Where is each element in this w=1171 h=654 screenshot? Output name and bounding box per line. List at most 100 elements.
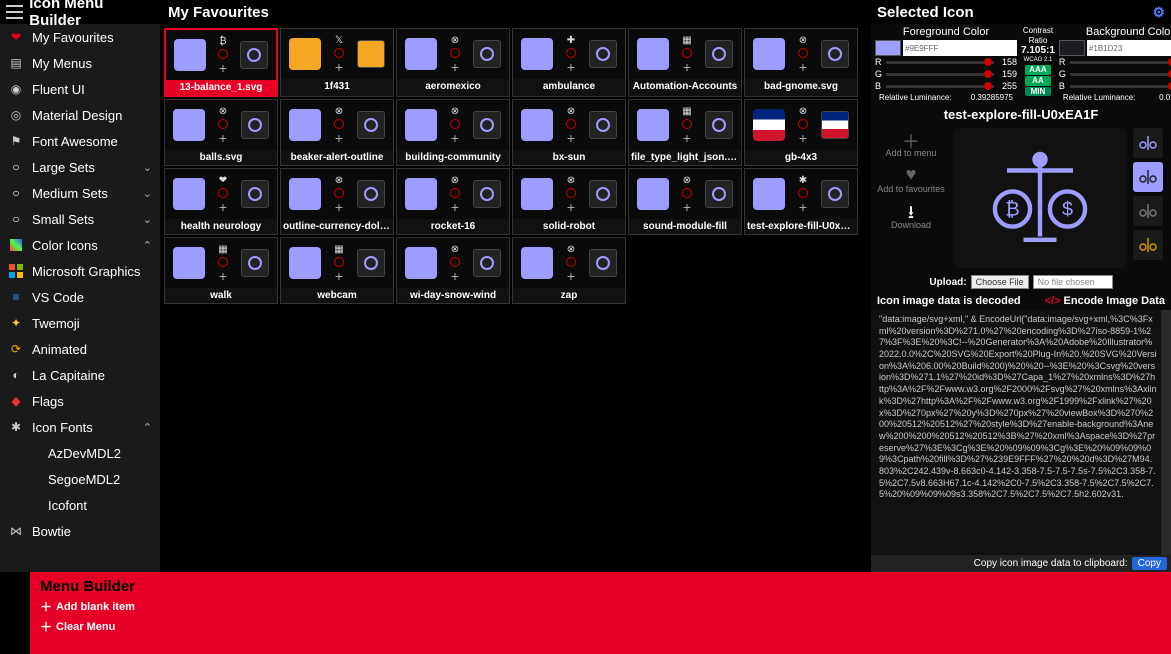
bg-hex-input[interactable] bbox=[1087, 40, 1171, 56]
preview-thumb[interactable] bbox=[1133, 196, 1163, 226]
sidebar-item-vs-code[interactable]: ≡VS Code bbox=[0, 284, 160, 310]
sidebar-item-flags[interactable]: ◆Flags bbox=[0, 388, 160, 414]
encode-button[interactable]: </>Encode Image Data bbox=[1045, 295, 1165, 307]
icon-card[interactable]: ⊗+solid-robot bbox=[512, 168, 626, 235]
icon-card[interactable]: ✚+ambulance bbox=[512, 28, 626, 97]
sidebar-item-my-favourites[interactable]: ❤My Favourites bbox=[0, 24, 160, 50]
remove-icon[interactable] bbox=[798, 188, 808, 198]
add-icon[interactable]: + bbox=[451, 60, 459, 74]
sidebar-item-icon-fonts[interactable]: ✱Icon Fonts⌃ bbox=[0, 414, 160, 440]
remove-icon[interactable] bbox=[682, 48, 692, 58]
remove-icon[interactable] bbox=[334, 119, 344, 129]
add-icon[interactable]: + bbox=[335, 200, 343, 214]
remove-icon[interactable] bbox=[450, 48, 460, 58]
add-blank-item-button[interactable]: ＋Add blank item bbox=[40, 598, 135, 615]
icon-card[interactable]: ⊗+aeromexico bbox=[396, 28, 510, 97]
add-icon[interactable]: + bbox=[219, 61, 227, 75]
sidebar-item-large-sets[interactable]: ○Large Sets⌄ bbox=[0, 154, 160, 180]
add-icon[interactable]: + bbox=[799, 200, 807, 214]
add-icon[interactable]: + bbox=[451, 269, 459, 283]
remove-icon[interactable] bbox=[566, 188, 576, 198]
sidebar-item-small-sets[interactable]: ○Small Sets⌄ bbox=[0, 206, 160, 232]
remove-icon[interactable] bbox=[218, 49, 228, 59]
icon-card[interactable]: ⊗+beaker-alert-outline bbox=[280, 99, 394, 166]
remove-icon[interactable] bbox=[218, 188, 228, 198]
icon-card[interactable]: ⊗+outline-currency-dollar.svg bbox=[280, 168, 394, 235]
remove-icon[interactable] bbox=[682, 188, 692, 198]
bg-g-slider[interactable] bbox=[1070, 73, 1171, 76]
add-icon[interactable]: + bbox=[451, 131, 459, 145]
add-icon[interactable]: + bbox=[335, 60, 343, 74]
choose-file-button[interactable]: Choose File bbox=[971, 275, 1029, 289]
add-icon[interactable]: + bbox=[567, 60, 575, 74]
remove-icon[interactable] bbox=[798, 119, 808, 129]
bg-swatch[interactable] bbox=[1059, 40, 1085, 56]
add-icon[interactable]: + bbox=[683, 60, 691, 74]
remove-icon[interactable] bbox=[450, 188, 460, 198]
icon-card[interactable]: ✱+test-explore-fill-U0xEA1F bbox=[744, 168, 858, 235]
sidebar-item-fluent-ui[interactable]: ◉Fluent UI bbox=[0, 76, 160, 102]
icon-card[interactable]: ⊗+balls.svg bbox=[164, 99, 278, 166]
sidebar-item-bowtie[interactable]: ⋈Bowtie bbox=[0, 518, 160, 544]
icon-card[interactable]: ⊗+bad-gnome.svg bbox=[744, 28, 858, 97]
sidebar-item-la-capitaine[interactable]: ◐La Capitaine bbox=[0, 362, 160, 388]
add-icon[interactable]: + bbox=[799, 131, 807, 145]
sidebar-item-color-icons[interactable]: Color Icons⌃ bbox=[0, 232, 160, 258]
remove-icon[interactable] bbox=[566, 257, 576, 267]
bg-b-slider[interactable] bbox=[1070, 85, 1171, 88]
sidebar-item-segoemdl2[interactable]: SegoeMDL2 bbox=[0, 466, 160, 492]
add-icon[interactable]: + bbox=[683, 200, 691, 214]
remove-icon[interactable] bbox=[566, 119, 576, 129]
add-icon[interactable]: + bbox=[567, 200, 575, 214]
icon-card[interactable]: ❤+health neurology bbox=[164, 168, 278, 235]
icon-card[interactable]: ▦+file_type_light_json.svg bbox=[628, 99, 742, 166]
sidebar-item-medium-sets[interactable]: ○Medium Sets⌄ bbox=[0, 180, 160, 206]
sidebar-item-material-design[interactable]: ◎Material Design bbox=[0, 102, 160, 128]
sidebar-item-animated[interactable]: ⟳Animated bbox=[0, 336, 160, 362]
icon-card[interactable]: 𝕏+1f431 bbox=[280, 28, 394, 97]
add-icon[interactable]: + bbox=[335, 131, 343, 145]
add-icon[interactable]: + bbox=[219, 131, 227, 145]
add-to-menu-button[interactable]: ＋Add to menu bbox=[885, 128, 936, 158]
icon-card[interactable]: ▦+webcam bbox=[280, 237, 394, 304]
download-button[interactable]: ⭳Download bbox=[891, 200, 931, 230]
icon-card[interactable]: ⊗+building-community bbox=[396, 99, 510, 166]
add-icon[interactable]: + bbox=[567, 131, 575, 145]
icon-card[interactable]: ⊗+sound-module-fill bbox=[628, 168, 742, 235]
add-icon[interactable]: + bbox=[683, 131, 691, 145]
icon-card[interactable]: ▦+Automation-Accounts bbox=[628, 28, 742, 97]
remove-icon[interactable] bbox=[566, 48, 576, 58]
icon-card[interactable]: ⊗+bx-sun bbox=[512, 99, 626, 166]
add-icon[interactable]: + bbox=[219, 269, 227, 283]
sidebar-item-azdevmdl2[interactable]: AzDevMDL2 bbox=[0, 440, 160, 466]
fg-swatch[interactable] bbox=[875, 40, 901, 56]
icon-card[interactable]: ₿+13-balance_1.svg bbox=[164, 28, 278, 97]
fg-hex-input[interactable] bbox=[903, 40, 1017, 56]
gear-icon[interactable]: ⚙ bbox=[1152, 4, 1165, 21]
icon-card[interactable]: ⊗+zap bbox=[512, 237, 626, 304]
add-to-favourites-button[interactable]: ♥Add to favourites bbox=[877, 164, 945, 194]
sidebar-item-microsoft-graphics[interactable]: Microsoft Graphics bbox=[0, 258, 160, 284]
remove-icon[interactable] bbox=[450, 257, 460, 267]
add-icon[interactable]: + bbox=[219, 200, 227, 214]
icon-card[interactable]: ⊗+gb-4x3 bbox=[744, 99, 858, 166]
copy-button[interactable]: Copy bbox=[1132, 557, 1167, 570]
remove-icon[interactable] bbox=[798, 48, 808, 58]
remove-icon[interactable] bbox=[334, 257, 344, 267]
preview-thumb[interactable] bbox=[1133, 230, 1163, 260]
add-icon[interactable]: + bbox=[451, 200, 459, 214]
hamburger-icon[interactable] bbox=[6, 5, 23, 19]
fg-b-slider[interactable] bbox=[886, 85, 994, 88]
icon-card[interactable]: ⊗+wi-day-snow-wind bbox=[396, 237, 510, 304]
sidebar-item-my-menus[interactable]: ▤My Menus bbox=[0, 50, 160, 76]
code-output[interactable]: "data:image/svg+xml," & EncodeUrl("data:… bbox=[871, 310, 1171, 555]
icon-card[interactable]: ⊗+rocket-16 bbox=[396, 168, 510, 235]
add-icon[interactable]: + bbox=[335, 269, 343, 283]
remove-icon[interactable] bbox=[334, 188, 344, 198]
add-icon[interactable]: + bbox=[567, 269, 575, 283]
icon-card[interactable]: ▦+walk bbox=[164, 237, 278, 304]
sidebar-item-twemoji[interactable]: ✦Twemoji bbox=[0, 310, 160, 336]
add-icon[interactable]: + bbox=[799, 60, 807, 74]
fg-g-slider[interactable] bbox=[886, 73, 994, 76]
preview-thumb[interactable] bbox=[1133, 128, 1163, 158]
